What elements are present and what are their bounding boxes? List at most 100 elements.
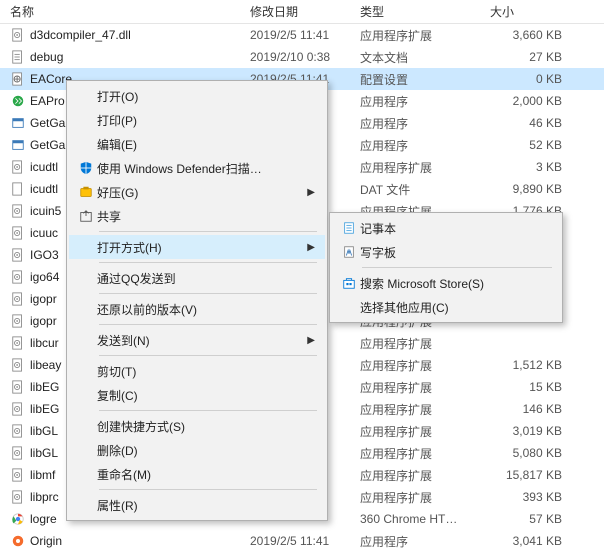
file-size: 15,817 KB <box>490 468 570 482</box>
file-type: 应用程序 <box>360 137 490 154</box>
submenu-arrow-icon: ▶ <box>307 187 315 198</box>
menu-label: 删除(D) <box>97 442 315 459</box>
file-type: 应用程序扩展 <box>360 423 490 440</box>
menu-label: 属性(R) <box>97 497 315 514</box>
col-date[interactable]: 修改日期 <box>250 3 360 20</box>
file-size: 3,019 KB <box>490 424 570 438</box>
file-name: libcur <box>30 336 59 350</box>
open-with-item[interactable]: 选择其他应用(C) <box>332 295 560 319</box>
menu-label: 打开(O) <box>97 88 315 105</box>
app-file-icon <box>10 137 26 153</box>
chrome-file-icon <box>10 511 26 527</box>
haozip-icon <box>78 184 94 200</box>
menu-label: 创建快捷方式(S) <box>97 418 315 435</box>
dll-file-icon <box>10 445 26 461</box>
file-name: libGL <box>30 446 58 460</box>
file-row[interactable]: d3dcompiler_47.dll2019/2/5 11:41应用程序扩展3,… <box>0 24 604 46</box>
context-menu[interactable]: 打开(O) 打印(P) 编辑(E) 使用 Windows Defender扫描… 好压(… <box>66 80 328 521</box>
context-menu-item[interactable]: 重命名(M) <box>69 462 325 486</box>
dll-file-icon <box>10 335 26 351</box>
context-menu-item[interactable]: 还原以前的版本(V) <box>69 297 325 321</box>
column-header-bar: 名称 修改日期 类型 大小 <box>0 0 604 24</box>
dll-file-icon <box>10 313 26 329</box>
open-with-item[interactable]: 写字板 <box>332 240 560 264</box>
context-menu-item[interactable]: 删除(D) <box>69 438 325 462</box>
file-type: 360 Chrome HT… <box>360 512 490 526</box>
menu-label: 使用 Windows Defender扫描… <box>97 160 315 177</box>
file-name: GetGa <box>30 138 65 152</box>
menu-label: 打开方式(H) <box>97 239 307 256</box>
file-row[interactable]: Origin2019/2/5 11:41应用程序3,041 KB <box>0 530 604 552</box>
menu-separator <box>99 410 317 411</box>
file-name: libEG <box>30 402 59 416</box>
file-type: 应用程序扩展 <box>360 467 490 484</box>
file-name: Origin <box>30 534 62 548</box>
dat-file-icon <box>10 181 26 197</box>
file-type: 应用程序扩展 <box>360 445 490 462</box>
menu-label: 通过QQ发送到 <box>97 270 315 287</box>
open-with-item[interactable]: 记事本 <box>332 216 560 240</box>
dll-file-icon <box>10 379 26 395</box>
context-menu-item[interactable]: 编辑(E) <box>69 132 325 156</box>
dll-file-icon <box>10 27 26 43</box>
text-file-icon <box>10 49 26 65</box>
share-icon <box>78 208 94 224</box>
file-name: libprc <box>30 490 59 504</box>
dll-file-icon <box>10 269 26 285</box>
file-type: 应用程序扩展 <box>360 27 490 44</box>
menu-label: 共享 <box>97 208 315 225</box>
context-menu-item[interactable]: 使用 Windows Defender扫描… <box>69 156 325 180</box>
menu-label: 打印(P) <box>97 112 315 129</box>
file-row[interactable]: debug2019/2/10 0:38文本文档27 KB <box>0 46 604 68</box>
exe-file-icon <box>10 93 26 109</box>
menu-label: 发送到(N) <box>97 332 307 349</box>
file-size: 0 KB <box>490 72 570 86</box>
col-type[interactable]: 类型 <box>360 3 490 20</box>
menu-separator <box>99 293 317 294</box>
file-name: libmf <box>30 468 55 482</box>
file-size: 57 KB <box>490 512 570 526</box>
dll-file-icon <box>10 401 26 417</box>
file-name: libeay <box>30 358 61 372</box>
menu-separator <box>99 231 317 232</box>
menu-separator <box>99 324 317 325</box>
context-menu-item[interactable]: 打开(O) <box>69 84 325 108</box>
col-name[interactable]: 名称 <box>10 3 250 20</box>
context-menu-item[interactable]: 好压(G)▶ <box>69 180 325 204</box>
context-menu-item[interactable]: 创建快捷方式(S) <box>69 414 325 438</box>
file-type: 应用程序 <box>360 93 490 110</box>
submenu-arrow-icon: ▶ <box>307 242 315 253</box>
dll-file-icon <box>10 159 26 175</box>
file-name: igopr <box>30 314 57 328</box>
menu-label: 记事本 <box>360 220 550 237</box>
open-with-item[interactable]: 搜索 Microsoft Store(S) <box>332 271 560 295</box>
menu-label: 搜索 Microsoft Store(S) <box>360 275 550 292</box>
context-menu-item[interactable]: 发送到(N)▶ <box>69 328 325 352</box>
col-size[interactable]: 大小 <box>490 3 570 20</box>
context-menu-item[interactable]: 剪切(T) <box>69 359 325 383</box>
context-menu-item[interactable]: 属性(R) <box>69 493 325 517</box>
menu-label: 编辑(E) <box>97 136 315 153</box>
file-name: GetGa <box>30 116 65 130</box>
dll-file-icon <box>10 423 26 439</box>
file-size: 27 KB <box>490 50 570 64</box>
dll-file-icon <box>10 203 26 219</box>
open-with-submenu[interactable]: 记事本写字板搜索 Microsoft Store(S) 选择其他应用(C) <box>329 212 563 323</box>
dll-file-icon <box>10 225 26 241</box>
ini-file-icon <box>10 71 26 87</box>
menu-separator <box>99 355 317 356</box>
file-name: debug <box>30 50 63 64</box>
context-menu-item[interactable]: 打印(P) <box>69 108 325 132</box>
context-menu-item[interactable]: 打开方式(H)▶ <box>69 235 325 259</box>
file-name: libEG <box>30 380 59 394</box>
menu-separator <box>99 262 317 263</box>
file-type: 应用程序扩展 <box>360 379 490 396</box>
file-name: IGO3 <box>30 248 59 262</box>
context-menu-item[interactable]: 复制(C) <box>69 383 325 407</box>
context-menu-item[interactable]: 通过QQ发送到 <box>69 266 325 290</box>
file-name: icuuc <box>30 226 58 240</box>
context-menu-item[interactable]: 共享 <box>69 204 325 228</box>
file-size: 2,000 KB <box>490 94 570 108</box>
notepad-icon <box>341 220 357 236</box>
file-name: libGL <box>30 424 58 438</box>
